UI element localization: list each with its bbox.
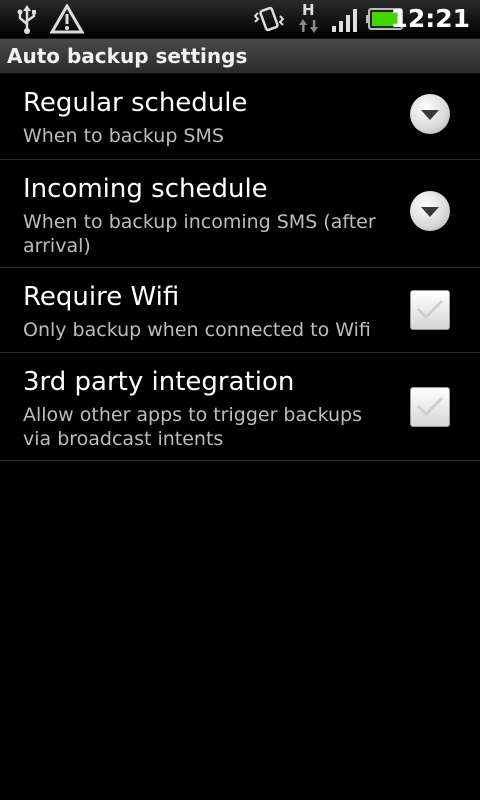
setting-summary: When to backup SMS: [23, 125, 224, 147]
setting-summary: When to backup incoming SMS (after arriv…: [23, 211, 376, 257]
setting-label: Require Wifi: [23, 282, 180, 312]
title-bar: Auto backup settings: [0, 39, 480, 74]
setting-label: Incoming schedule: [23, 174, 268, 204]
setting-label: Regular schedule: [23, 88, 248, 118]
setting-regular-schedule[interactable]: Regular schedule When to backup SMS: [0, 74, 480, 160]
setting-third-party-integration[interactable]: 3rd party integration Allow other apps t…: [0, 353, 480, 461]
chevron-down-icon[interactable]: [410, 94, 450, 134]
setting-require-wifi[interactable]: Require Wifi Only backup when connected …: [0, 268, 480, 353]
network-type-label: H: [302, 1, 315, 19]
setting-label: 3rd party integration: [23, 367, 295, 397]
third-party-integration-checkbox[interactable]: [410, 387, 450, 427]
require-wifi-checkbox[interactable]: [410, 290, 450, 330]
status-bar: H 12:21: [0, 0, 480, 39]
settings-list: Regular schedule When to backup SMS Inco…: [0, 74, 480, 461]
clock: 12:21: [390, 4, 470, 33]
signal-icon: [330, 6, 360, 38]
setting-incoming-schedule[interactable]: Incoming schedule When to backup incomin…: [0, 160, 480, 268]
vibrate-icon: [253, 4, 285, 38]
setting-summary: Only backup when connected to Wifi: [23, 319, 371, 341]
usb-icon: [14, 4, 40, 38]
page-title: Auto backup settings: [7, 44, 248, 68]
warning-icon: [49, 2, 85, 38]
setting-summary: Allow other apps to trigger backups via …: [23, 404, 363, 450]
data-arrows-icon: H: [296, 1, 322, 39]
chevron-down-icon[interactable]: [410, 191, 450, 231]
